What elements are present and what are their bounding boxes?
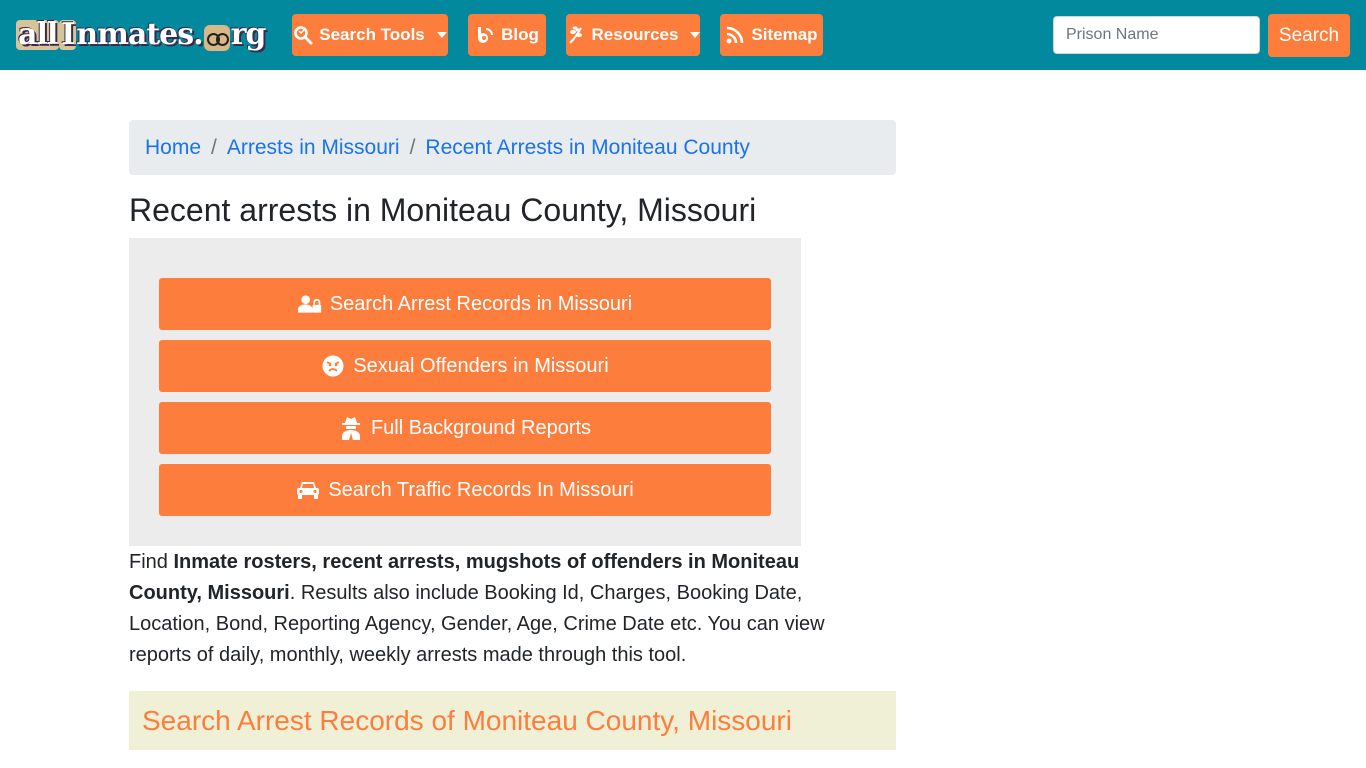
breadcrumb: Home / Arrests in Missouri / Recent Arre…: [129, 120, 896, 175]
search-button[interactable]: Search: [1268, 14, 1350, 57]
search-icon: [293, 25, 313, 45]
section-heading: Search Arrest Records of Moniteau County…: [142, 704, 792, 736]
nav-label: Sitemap: [751, 25, 818, 44]
page-title: Recent arrests in Moniteau County, Misso…: [129, 192, 757, 228]
nav-search-tools-dropdown[interactable]: Search Tools: [292, 14, 448, 56]
search-traffic-records-button[interactable]: Search Traffic Records In Missouri: [159, 464, 771, 516]
breadcrumb-home[interactable]: Home: [145, 136, 201, 160]
nav-resources-dropdown[interactable]: Resources: [566, 14, 701, 56]
logo-text-all: all: [16, 17, 60, 52]
nav-label: Blog: [501, 25, 539, 44]
intro-paragraph: Find Inmate rosters, recent arrests, mug…: [129, 547, 849, 671]
breadcrumb-separator: /: [409, 135, 416, 159]
logo-text-rg: rg: [230, 17, 267, 52]
action-label: Full Background Reports: [370, 416, 592, 439]
prison-name-search-input[interactable]: [1053, 16, 1260, 54]
leaf-icon: [566, 25, 586, 45]
caret-down-icon: [436, 32, 447, 38]
action-label: Search Traffic Records In Missouri: [328, 478, 634, 501]
angry-face-icon: [321, 354, 345, 378]
breadcrumb-recent-arrests-moniteau[interactable]: Recent Arrests in Moniteau County: [425, 136, 750, 160]
logo-text-nmates: nmates.: [76, 17, 203, 52]
nav-label: Resources: [591, 25, 679, 44]
car-icon: [296, 478, 320, 502]
nav-sitemap-link[interactable]: Sitemap: [720, 14, 823, 56]
breadcrumb-separator: /: [211, 135, 217, 159]
site-logo[interactable]: all I nmates. rg: [16, 14, 268, 56]
nav-label: Search Tools: [319, 25, 425, 44]
blogger-icon: [475, 25, 495, 45]
nav-blog-link[interactable]: Blog: [468, 14, 546, 56]
full-background-reports-button[interactable]: Full Background Reports: [159, 402, 771, 454]
user-lock-icon: [297, 292, 322, 316]
caret-down-icon: [690, 32, 701, 38]
logo-text-i: I: [59, 17, 77, 52]
action-label: Search Arrest Records in Missouri: [329, 292, 633, 315]
search-arrest-records-button[interactable]: Search Arrest Records in Missouri: [159, 278, 771, 330]
breadcrumb-arrests-in-missouri[interactable]: Arrests in Missouri: [227, 136, 400, 160]
handcuffs-icon: [203, 25, 230, 51]
action-label: Sexual Offenders in Missouri: [353, 354, 609, 377]
sexual-offenders-button[interactable]: Sexual Offenders in Missouri: [159, 340, 771, 392]
section-heading-box: Search Arrest Records of Moniteau County…: [129, 691, 896, 750]
user-secret-icon: [339, 416, 363, 440]
quick-actions-panel: Search Arrest Records in Missouri Sexual…: [129, 238, 801, 546]
navbar: all I nmates. rg Search Tools Blog Resou…: [0, 0, 1366, 70]
rss-icon: [725, 25, 745, 45]
intro-prefix: Find: [129, 551, 174, 573]
